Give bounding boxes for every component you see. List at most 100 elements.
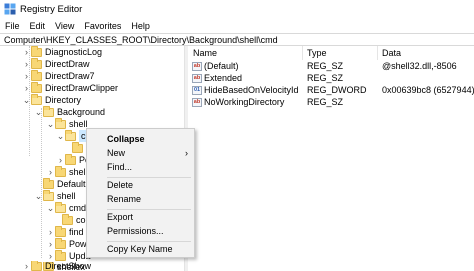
string-value-icon: ab (192, 74, 202, 83)
list-header: Name Type Data (188, 46, 474, 60)
value-data: 0x00639bc8 (6527944) (382, 85, 474, 95)
menu-separator (107, 177, 191, 178)
window-title: Registry Editor (20, 3, 83, 15)
tree-item-label: DiagnosticLog (45, 47, 103, 57)
open-folder-icon (43, 105, 54, 117)
value-name: NoWorkingDirectory (204, 97, 285, 107)
expand-icon[interactable]: › (22, 46, 31, 58)
tree-item-label: find (69, 227, 84, 237)
value-name: Extended (204, 73, 243, 83)
expand-icon[interactable]: › (22, 58, 31, 70)
folder-icon (72, 141, 83, 153)
column-header-name[interactable]: Name (193, 48, 217, 58)
tree-item-cmd-child[interactable] (72, 141, 86, 154)
expand-icon[interactable]: › (22, 261, 31, 271)
menu-help[interactable]: Help (126, 21, 155, 31)
open-folder-icon (55, 201, 66, 213)
folder-icon (55, 249, 66, 261)
tree-item-label: Directory (45, 95, 82, 105)
tree-item-directdraw[interactable]: › DirectDraw (22, 57, 90, 70)
folder-icon (65, 153, 76, 165)
tree-item-background-shell[interactable]: ⌄ shell (46, 117, 88, 130)
column-header-type[interactable]: Type (307, 48, 327, 58)
open-folder-icon (65, 129, 76, 141)
menu-separator (107, 209, 191, 210)
tree-item-label: DirectDraw (45, 59, 90, 69)
menu-view[interactable]: View (50, 21, 79, 31)
value-type: REG_SZ (307, 61, 344, 71)
menu-item-export[interactable]: Export (87, 211, 194, 224)
tree-item-defaulticon[interactable]: Defaultlc (34, 177, 92, 190)
registry-editor-icon (4, 3, 16, 15)
value-row[interactable]: ab NoWorkingDirectory REG_SZ (188, 97, 474, 108)
tree-item-directory[interactable]: ⌄ Directory (22, 93, 82, 106)
value-name: (Default) (204, 61, 239, 71)
expand-icon (34, 178, 43, 190)
open-folder-icon (31, 93, 42, 105)
value-row[interactable]: ab (Default) REG_SZ @shell32.dll,-8506 (188, 61, 474, 72)
open-folder-icon (43, 189, 54, 201)
collapse-icon[interactable]: ⌄ (46, 202, 55, 214)
value-name: HideBasedOnVelocityId (204, 85, 299, 95)
submenu-arrow-icon: › (185, 148, 188, 158)
expand-icon[interactable]: › (22, 70, 31, 82)
tree-item-directdrawclipper[interactable]: › DirectDrawClipper (22, 81, 118, 94)
tree-item-directshow[interactable]: › DirectShow (22, 261, 91, 271)
open-folder-icon (55, 117, 66, 129)
menu-bar: File Edit View Favorites Help (0, 18, 474, 33)
string-value-icon: ab (192, 62, 202, 71)
expand-icon[interactable]: › (22, 82, 31, 94)
menu-file[interactable]: File (0, 21, 25, 31)
menu-item-rename[interactable]: Rename (87, 193, 194, 206)
menu-item-new[interactable]: New › (87, 147, 194, 160)
folder-icon (31, 81, 42, 93)
tree-item-directory-shell[interactable]: ⌄ shell (34, 189, 76, 202)
folder-icon (62, 213, 73, 225)
tree-item-background[interactable]: ⌄ Background (34, 105, 105, 118)
tree-item-shell-cmd[interactable]: ⌄ cmd (46, 201, 87, 214)
expand-icon[interactable]: › (56, 154, 65, 166)
menu-item-find[interactable]: Find... (87, 161, 194, 174)
value-type: REG_SZ (307, 73, 344, 83)
tree-item-directdraw7[interactable]: › DirectDraw7 (22, 69, 95, 82)
tree-item-label: DirectDraw7 (45, 71, 95, 81)
menu-favorites[interactable]: Favorites (79, 21, 126, 31)
value-type: REG_DWORD (307, 85, 367, 95)
collapse-icon[interactable]: ⌄ (46, 118, 55, 130)
value-data: @shell32.dll,-8506 (382, 61, 457, 71)
values-list[interactable]: Name Type Data ab (Default) REG_SZ @shel… (188, 46, 474, 271)
tree-item-label: cmd (69, 203, 87, 213)
tree-item-command[interactable]: co (62, 213, 86, 226)
folder-icon (43, 177, 54, 189)
tree-item-powershell-2[interactable]: › Powe (46, 237, 92, 250)
menu-edit[interactable]: Edit (25, 21, 51, 31)
collapse-icon[interactable]: ⌄ (34, 190, 43, 202)
folder-icon (31, 57, 42, 69)
collapse-icon[interactable]: ⌄ (34, 106, 43, 118)
column-header-data[interactable]: Data (382, 48, 401, 58)
expand-icon[interactable]: › (46, 226, 55, 238)
column-divider[interactable] (377, 46, 378, 60)
collapse-icon[interactable]: ⌄ (22, 94, 31, 106)
tree-item-find[interactable]: › find (46, 225, 84, 238)
folder-icon (31, 261, 42, 271)
value-row[interactable]: 01 HideBasedOnVelocityId REG_DWORD 0x006… (188, 85, 474, 96)
value-row[interactable]: ab Extended REG_SZ (188, 73, 474, 84)
menu-item-collapse[interactable]: Collapse (87, 133, 194, 146)
menu-item-delete[interactable]: Delete (87, 179, 194, 192)
tree-item-powershell[interactable]: › Po (56, 153, 90, 166)
title-bar: Registry Editor (0, 0, 474, 18)
context-menu: Collapse New › Find... Delete Rename Exp… (86, 128, 195, 258)
tree-item-label: DirectShow (45, 261, 92, 271)
tree-item-diagnosticlog[interactable]: › DiagnosticLog (22, 46, 102, 58)
menu-item-copy-key-name[interactable]: Copy Key Name (87, 243, 194, 256)
string-value-icon: ab (192, 98, 202, 107)
folder-icon (55, 165, 66, 177)
expand-icon[interactable]: › (46, 166, 55, 178)
menu-item-permissions[interactable]: Permissions... (87, 225, 194, 238)
binary-value-icon: 01 (192, 86, 202, 95)
address-bar[interactable]: Computer\HKEY_CLASSES_ROOT\Directory\Bac… (0, 33, 474, 46)
column-divider[interactable] (302, 46, 303, 60)
expand-icon[interactable]: › (46, 238, 55, 250)
collapse-icon[interactable]: ⌄ (56, 130, 65, 142)
